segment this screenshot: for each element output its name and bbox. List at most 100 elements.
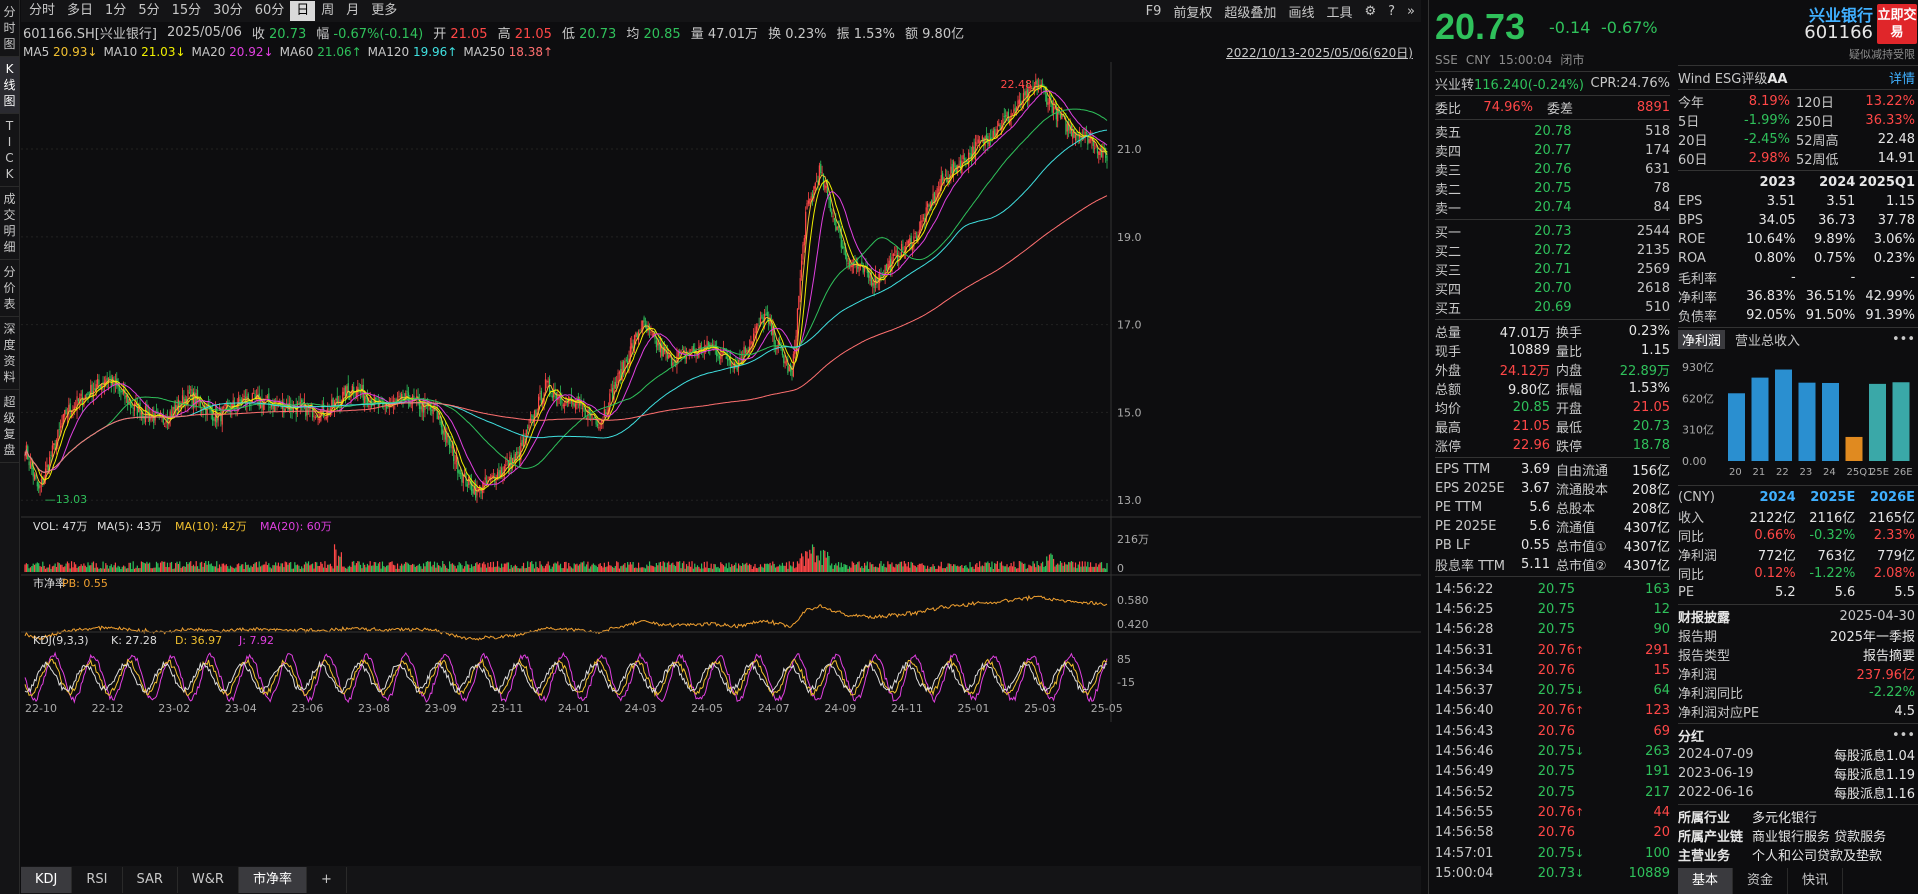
timeframe-0[interactable]: 分时 xyxy=(23,1,61,21)
sidebar-tab-6[interactable]: 超级复盘 xyxy=(0,390,19,463)
volume-bar xyxy=(1017,568,1019,572)
volume-bar xyxy=(633,567,636,572)
candle-body xyxy=(581,408,584,409)
order-book-row[interactable]: 买二 20.72 2135 xyxy=(1435,241,1670,260)
volume-bar xyxy=(690,566,692,572)
quote-stats: 总量 47.01万 换手 0.23% 现手 10889 量比 1.15 外盘 24.12万 内盘 22… xyxy=(1435,322,1670,455)
conv-bond-name[interactable]: 兴业转 xyxy=(1435,78,1474,93)
esg-detail-link[interactable]: 详情 xyxy=(1889,68,1918,87)
volume-bar xyxy=(291,568,293,572)
candle-body xyxy=(592,417,594,419)
timeframe-6[interactable]: 60分 xyxy=(249,1,291,21)
panel-legend-text: VOL: 47万 xyxy=(33,520,87,533)
tick-list[interactable]: 14:56:22 20.75 163 14:56:25 20.75 12 14:56:28 2… xyxy=(1435,579,1670,883)
timeframe-2[interactable]: 1分 xyxy=(99,1,132,21)
kline-svg[interactable]: 21.019.017.015.013.022.48—13.03VOL: 47万 M… xyxy=(21,62,1421,862)
volume-bar xyxy=(918,563,920,572)
tab-net-profit[interactable]: 净利润 xyxy=(1678,330,1726,349)
candle-body xyxy=(501,467,503,475)
indicator-tab-5[interactable]: + xyxy=(307,867,347,893)
f10-tab-2[interactable]: 快讯 xyxy=(1788,868,1844,894)
volume-bar xyxy=(294,562,296,572)
candle-body xyxy=(651,334,653,336)
volume-bar xyxy=(229,565,232,572)
sidebar-tab-5[interactable]: 深度资料 xyxy=(0,317,19,390)
toolbar-item-3[interactable]: 画线 xyxy=(1288,2,1314,21)
order-book-row[interactable]: 卖二 20.75 78 xyxy=(1435,179,1670,198)
arrow-down-icon: ↓ xyxy=(1575,866,1585,880)
volume-bar xyxy=(64,566,66,572)
candle-body xyxy=(750,340,752,345)
order-book-row[interactable]: 卖一 20.74 84 xyxy=(1435,198,1670,217)
candle-body xyxy=(803,238,805,246)
f10-tab-0[interactable]: 基本 xyxy=(1678,868,1734,894)
indicator-tab-2[interactable]: SAR xyxy=(123,867,178,893)
f10-tab-1[interactable]: 资金 xyxy=(1733,868,1789,894)
bar-x-tick: 20 xyxy=(1729,467,1742,478)
forecast-cell: -1.22% xyxy=(1809,566,1856,581)
kline-chart[interactable]: 21.0 19.0 17.0 15.0 13.0 22.48 —13.03 VOL: 47万 M… xyxy=(21,62,1421,862)
order-book-row[interactable]: 卖四 20.77 174 xyxy=(1435,141,1670,160)
toolbar-item-1[interactable]: 前复权 xyxy=(1173,2,1212,21)
candle-body xyxy=(1098,151,1100,156)
volume-bar xyxy=(301,566,303,572)
volume-bar xyxy=(247,564,249,572)
timeframe-4[interactable]: 15分 xyxy=(166,1,208,21)
timeframe-7[interactable]: 日 xyxy=(290,1,316,21)
timeframe-5[interactable]: 30分 xyxy=(207,1,249,21)
low-label: 低 xyxy=(561,26,575,42)
collapse-icon[interactable]: » xyxy=(1407,4,1415,19)
return-value: 8.19% xyxy=(1748,94,1790,109)
order-book-row[interactable]: 买一 20.73 2544 xyxy=(1435,222,1670,241)
volume-bar xyxy=(80,564,82,572)
volume-bar xyxy=(132,561,134,572)
volume-bar xyxy=(911,562,914,572)
candle-body xyxy=(951,164,953,174)
sidebar-tab-4[interactable]: 分价表 xyxy=(0,260,19,317)
sidebar-tab-2[interactable]: TICK xyxy=(0,114,19,187)
sidebar-tab-3[interactable]: 成交明细 xyxy=(0,187,19,260)
more-icon[interactable]: ••• xyxy=(1892,332,1915,347)
volume-bar xyxy=(811,544,814,572)
volume-bar xyxy=(417,565,419,572)
order-book-row[interactable]: 买三 20.71 2569 xyxy=(1435,260,1670,279)
order-book-row[interactable]: 卖五 20.78 518 xyxy=(1435,122,1670,141)
timeframe-9[interactable]: 月 xyxy=(340,1,365,21)
volume-bar xyxy=(822,549,825,572)
sidebar-tab-0[interactable]: 分时图 xyxy=(0,0,19,57)
volume-bar xyxy=(285,562,288,572)
indicator-tab-4[interactable]: 市净率 xyxy=(238,867,307,893)
timeframe-8[interactable]: 周 xyxy=(315,1,340,21)
volume-bar xyxy=(747,565,749,572)
volume-bar xyxy=(375,562,377,572)
volume-bar xyxy=(516,566,518,572)
order-book-row[interactable]: 卖三 20.76 631 xyxy=(1435,160,1670,179)
tab-revenue[interactable]: 营业总收入 xyxy=(1735,330,1800,349)
risk-tags[interactable]: 疑似减持受限 xyxy=(1849,46,1915,62)
trade-button[interactable]: 立即交易 xyxy=(1877,4,1917,44)
indicator-tab-3[interactable]: W&R xyxy=(178,867,239,893)
indicator-tab-0[interactable]: KDJ xyxy=(21,867,73,893)
help-icon[interactable]: ? xyxy=(1388,4,1395,19)
toolbar-item-2[interactable]: 超级叠加 xyxy=(1224,2,1276,21)
order-book-row[interactable]: 买四 20.70 2618 xyxy=(1435,279,1670,298)
timeframe-1[interactable]: 多日 xyxy=(61,1,99,21)
industry-value[interactable]: 个人和公司贷款及垫款 xyxy=(1752,845,1882,864)
industry-value[interactable]: 多元化银行 xyxy=(1752,807,1817,826)
volume-bar xyxy=(933,566,936,572)
volume-bar xyxy=(820,550,822,572)
more-icon[interactable]: ••• xyxy=(1892,728,1918,743)
toolbar-item-4[interactable]: 工具 xyxy=(1326,2,1352,21)
industry-value[interactable]: 商业银行服务 贷款服务 xyxy=(1752,826,1886,845)
timeframe-10[interactable]: 更多 xyxy=(365,1,403,21)
volume-bar xyxy=(183,565,185,572)
volume-bar xyxy=(994,563,996,572)
toolbar-item-0[interactable]: F9 xyxy=(1146,4,1162,19)
sidebar-tab-1[interactable]: K线图 xyxy=(0,57,19,114)
date-range-link[interactable]: 2022/10/13-2025/05/06(620日) xyxy=(1226,44,1413,61)
indicator-tab-1[interactable]: RSI xyxy=(72,867,123,893)
order-book-row[interactable]: 买五 20.69 510 xyxy=(1435,298,1670,317)
volume-bar xyxy=(307,561,310,572)
gear-icon[interactable]: ⚙ xyxy=(1364,4,1376,19)
timeframe-3[interactable]: 5分 xyxy=(132,1,165,21)
